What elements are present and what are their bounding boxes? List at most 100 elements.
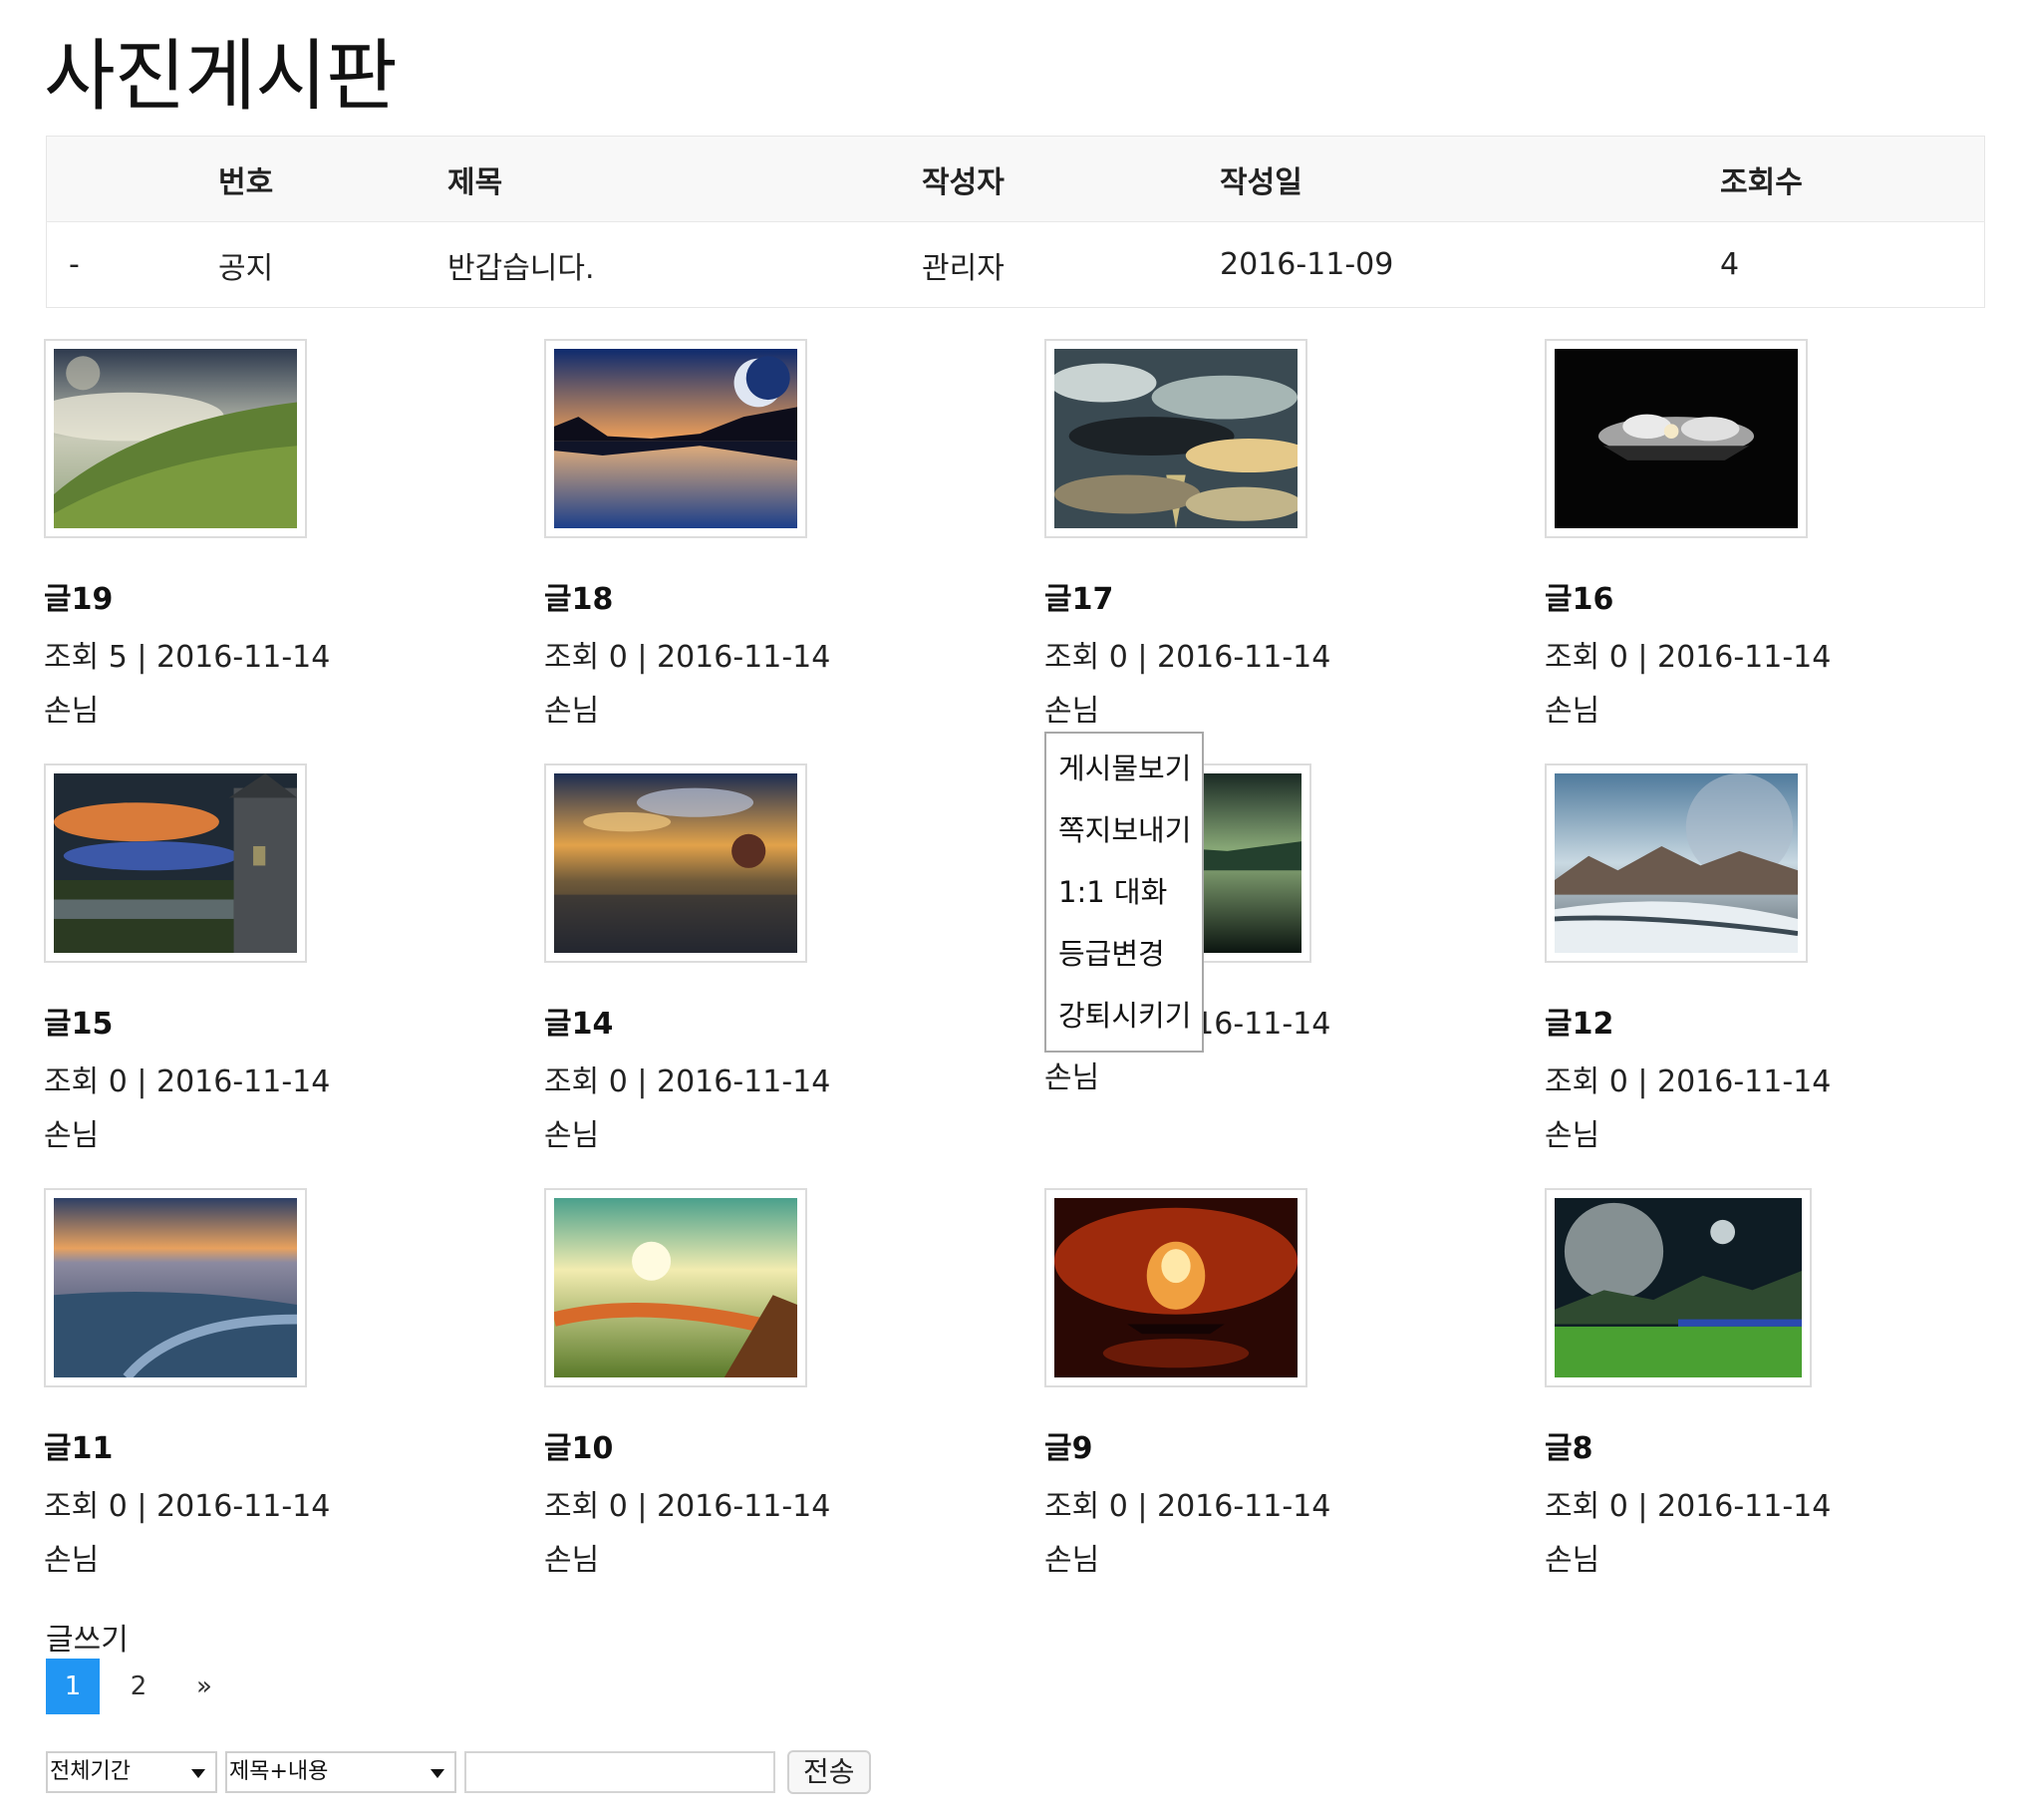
photo-card: 글10 조회 0 | 2016-11-14 손님 (544, 1188, 1003, 1579)
next-page-button[interactable]: » (177, 1659, 231, 1714)
landscape-image (552, 1198, 799, 1377)
post-author[interactable]: 손님 (44, 1110, 502, 1154)
post-author[interactable]: 손님 (1044, 1535, 1503, 1579)
post-meta: 조회 5 | 2016-11-14 (44, 640, 331, 675)
photo-card: 글17 조회 0 | 2016-11-14 손님 (1044, 339, 1503, 730)
header-date: 작성일 (1220, 164, 1302, 200)
post-title[interactable]: 글11 (44, 1423, 502, 1467)
post-meta: 조회 0 | 2016-11-14 (1044, 640, 1331, 675)
menu-item-one-on-one-chat[interactable]: 1:1 대화 (1046, 861, 1202, 923)
post-author[interactable]: 손님 (44, 1535, 502, 1579)
photo-thumbnail-link[interactable] (29, 339, 307, 538)
notice-title-link[interactable]: 반갑습니다. (447, 222, 922, 308)
write-post-link[interactable]: 글쓰기 (46, 1615, 129, 1659)
landscape-image (54, 773, 297, 953)
post-title[interactable]: 글17 (1044, 574, 1503, 618)
menu-item-view-posts[interactable]: 게시물보기 (1046, 738, 1202, 799)
page-title: 사진게시판 (44, 32, 398, 122)
header-author: 작성자 (922, 164, 1005, 200)
landscape-image (554, 349, 797, 528)
post-title[interactable]: 글18 (544, 574, 1003, 618)
photo-thumbnail-link[interactable] (544, 763, 807, 963)
landscape-image (1049, 349, 1312, 528)
period-select-value: 전체기간 (50, 1759, 131, 1784)
header-empty (47, 137, 219, 222)
post-author[interactable]: 손님 (1044, 1053, 1503, 1096)
page-2-button[interactable]: 2 (112, 1659, 165, 1714)
chevron-down-icon (431, 1769, 444, 1778)
post-title[interactable]: 글19 (44, 574, 502, 618)
post-meta: 조회 0 | 2016-11-14 (544, 640, 831, 675)
post-author[interactable]: 손님 (1044, 686, 1503, 730)
photo-thumbnail-link[interactable] (44, 763, 307, 963)
search-submit-button[interactable]: 전송 (787, 1750, 871, 1794)
photo-thumbnail-link[interactable] (1545, 339, 1808, 538)
header-views: 조회수 (1720, 164, 1803, 200)
search-bar: 전체기간 제목+내용 전송 (46, 1750, 871, 1794)
notice-date: 2016-11-09 (1220, 247, 1394, 282)
post-meta: 조회 0 | 2016-11-14 (44, 1489, 331, 1524)
post-meta: 조회 0 | 2016-11-14 (544, 1064, 831, 1099)
post-title[interactable]: 글10 (544, 1423, 1003, 1467)
menu-item-change-grade[interactable]: 등급변경 (1046, 923, 1202, 985)
post-title[interactable]: 글14 (544, 999, 1003, 1043)
page-1-button[interactable]: 1 (46, 1659, 100, 1714)
post-author[interactable]: 손님 (544, 1535, 1003, 1579)
landscape-image (54, 1198, 298, 1381)
notice-dash: - (69, 247, 80, 282)
post-title[interactable]: 글16 (1545, 574, 2003, 618)
photo-thumbnail-link[interactable] (544, 1188, 807, 1387)
photo-card: 글8 조회 0 | 2016-11-14 손님 (1545, 1188, 2003, 1579)
chevron-down-icon (191, 1769, 205, 1778)
photo-thumbnail-link[interactable] (1044, 339, 1312, 538)
photo-card: 글12 조회 0 | 2016-11-14 손님 (1545, 763, 2003, 1154)
landscape-image (1054, 1198, 1298, 1377)
post-author[interactable]: 손님 (1545, 1535, 2003, 1579)
landscape-image (1554, 773, 1799, 953)
photo-card: 글19 조회 5 | 2016-11-14 손님 (29, 339, 502, 730)
notice-header-row: 번호 제목 작성자 작성일 조회수 (46, 136, 1985, 222)
post-meta: 조회 0 | 2016-11-14 (1545, 640, 1832, 675)
notice-row[interactable]: - 공지 반갑습니다. 관리자 2016-11-09 4 (47, 222, 1985, 308)
photo-thumbnail-link[interactable] (1545, 1188, 1812, 1387)
post-author[interactable]: 손님 (1545, 686, 2003, 730)
photo-thumbnail-link[interactable] (1545, 763, 1808, 963)
photo-card: 글11 조회 0 | 2016-11-14 손님 (44, 1188, 502, 1579)
post-author[interactable]: 손님 (544, 1110, 1003, 1154)
photo-card: 글9 조회 0 | 2016-11-14 손님 (1044, 1188, 1503, 1579)
photo-thumbnail-link[interactable] (44, 1188, 307, 1387)
search-field-select-value: 제목+내용 (229, 1759, 329, 1784)
post-title[interactable]: 글8 (1545, 1423, 2003, 1467)
post-author[interactable]: 손님 (1545, 1110, 2003, 1154)
post-title[interactable]: 글15 (44, 999, 502, 1043)
photo-card: 글15 조회 0 | 2016-11-14 손님 (44, 763, 502, 1154)
post-meta: 조회 0 | 2016-11-14 (44, 1064, 331, 1099)
notice-number: 공지 (218, 250, 274, 286)
photo-thumbnail-link[interactable] (1044, 1188, 1307, 1387)
period-select[interactable]: 전체기간 (46, 1751, 217, 1793)
post-author[interactable]: 손님 (44, 686, 502, 730)
search-field-select[interactable]: 제목+내용 (225, 1751, 456, 1793)
post-meta: 조회 0 | 2016-11-14 (1545, 1489, 1832, 1524)
menu-item-send-message[interactable]: 쪽지보내기 (1046, 799, 1202, 861)
photo-card: 글14 조회 0 | 2016-11-14 손님 (544, 763, 1003, 1154)
post-meta: 조회 0 | 2016-11-14 (1044, 1489, 1331, 1524)
landscape-image (1555, 349, 1798, 528)
landscape-image (554, 773, 797, 953)
landscape-image (29, 349, 297, 528)
header-number: 번호 (218, 164, 274, 200)
menu-item-kick-user[interactable]: 강퇴시키기 (1046, 985, 1202, 1047)
landscape-image (1555, 1198, 1802, 1377)
photo-thumbnail-link[interactable] (544, 339, 807, 538)
header-title: 제목 (447, 164, 503, 200)
notice-table: 번호 제목 작성자 작성일 조회수 - 공지 반갑습니다. 관리자 2016-1… (46, 136, 1985, 308)
search-input[interactable] (464, 1751, 775, 1793)
post-author[interactable]: 손님 (544, 686, 1003, 730)
post-title[interactable]: 글12 (1545, 999, 2003, 1043)
post-meta: 조회 0 | 2016-11-14 (1545, 1064, 1832, 1099)
post-title[interactable]: 글9 (1044, 1423, 1503, 1467)
pagination: 1 2 » (46, 1659, 243, 1714)
photo-card: 글18 조회 0 | 2016-11-14 손님 (544, 339, 1003, 730)
user-context-menu: 게시물보기 쪽지보내기 1:1 대화 등급변경 강퇴시키기 (1044, 732, 1204, 1053)
notice-author[interactable]: 관리자 (922, 222, 1220, 308)
